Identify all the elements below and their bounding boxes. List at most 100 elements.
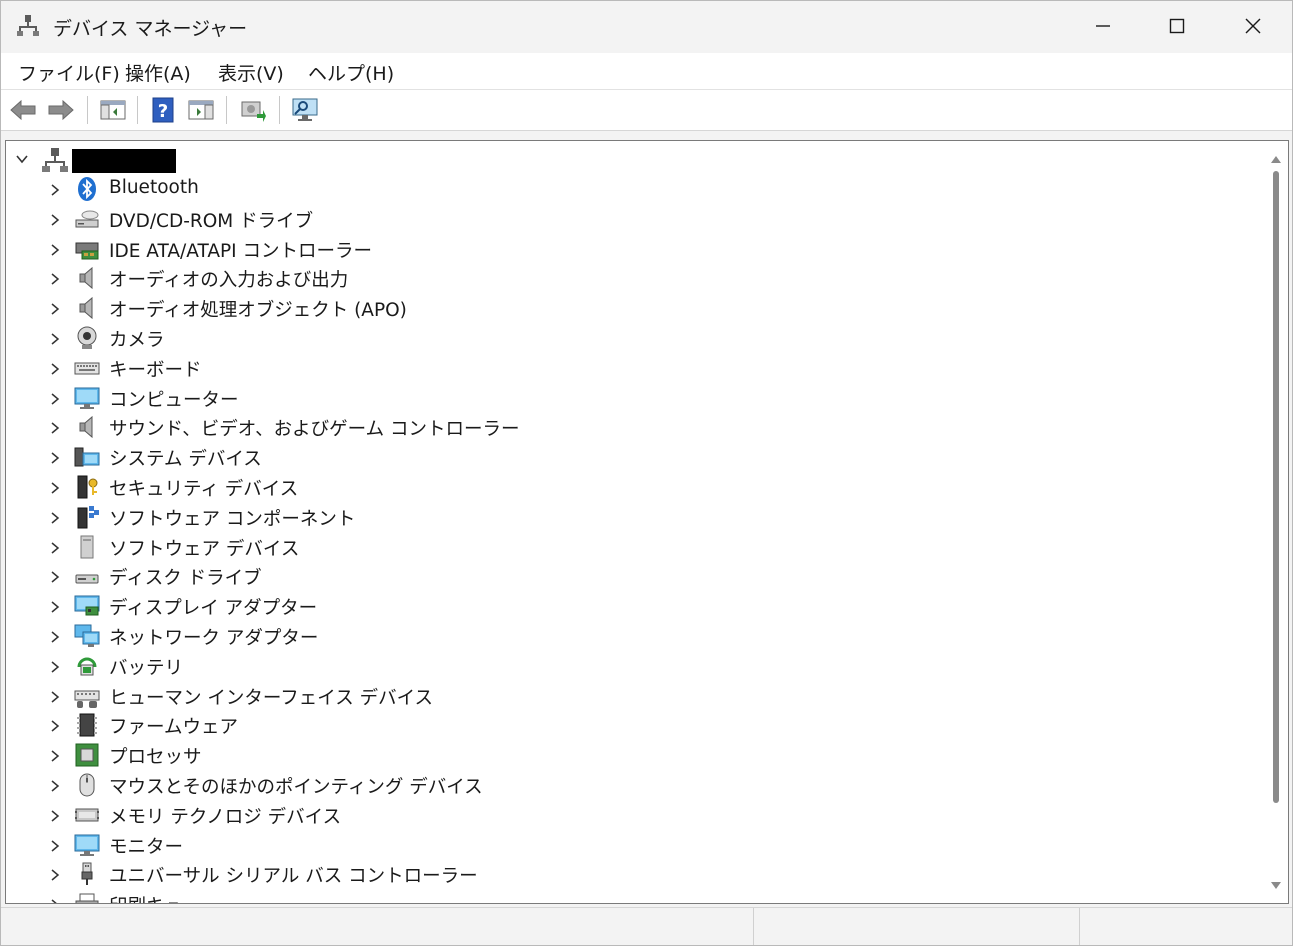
chevron-right-icon[interactable] [48,689,62,705]
tree-node-label: コンピューター [109,390,239,411]
tree-node-category[interactable]: キーボード [6,354,1246,383]
tree-node-category[interactable]: ソフトウェア デバイス [6,533,1246,562]
tree-node-category[interactable]: DVD/CD-ROM ドライブ [6,205,1246,234]
chevron-right-icon[interactable] [48,897,62,903]
tree-node-category[interactable]: バッテリ [6,652,1246,681]
close-button[interactable] [1216,1,1290,51]
speaker-icon [74,265,100,291]
chevron-right-icon[interactable] [48,212,62,228]
chevron-right-icon[interactable] [48,361,62,377]
tree-node-label: セキュリティ デバイス [109,479,299,500]
chevron-right-icon[interactable] [48,659,62,675]
chevron-right-icon[interactable] [48,271,62,287]
tree-node-category[interactable]: オーディオの入力および出力 [6,264,1246,293]
keyboard-icon [74,355,100,381]
speaker-icon [74,414,100,440]
properties-button[interactable] [185,94,217,126]
scroll-down-icon[interactable] [1270,876,1282,895]
tree-node-category[interactable]: サウンド、ビデオ、およびゲーム コントローラー [6,413,1246,442]
chevron-right-icon[interactable] [48,748,62,764]
menu-action[interactable]: 操作(A) [125,59,191,86]
vertical-scrollbar[interactable] [1268,145,1284,897]
tree-node-category[interactable]: ユニバーサル シリアル バス コントローラー [6,860,1246,889]
chevron-right-icon[interactable] [48,718,62,734]
chevron-right-icon[interactable] [48,331,62,347]
status-bar [1,907,1292,945]
tree-node-category[interactable]: ディスプレイ アダプター [6,592,1246,621]
toolbar-separator [279,96,280,124]
tree-node-category[interactable]: IDE ATA/ATAPI コントローラー [6,235,1246,264]
tree-node-label: サウンド、ビデオ、およびゲーム コントローラー [109,419,520,440]
bluetooth-icon [74,176,100,202]
update-driver-icon [241,101,266,122]
tree-node-category[interactable]: メモリ テクノロジ デバイス [6,801,1246,830]
chevron-right-icon[interactable] [48,808,62,824]
tree-node-category[interactable]: ネットワーク アダプター [6,622,1246,651]
scrollbar-thumb[interactable] [1273,171,1279,803]
tree-node-category[interactable]: システム デバイス [6,443,1246,472]
chevron-right-icon[interactable] [48,420,62,436]
tree-node-category[interactable]: セキュリティ デバイス [6,473,1246,502]
chevron-right-icon[interactable] [48,599,62,615]
tree-node-category[interactable]: ディスク ドライブ [6,562,1246,591]
tree-node-category[interactable]: コンピューター [6,384,1246,413]
chevron-right-icon[interactable] [48,778,62,794]
hid-icon [74,683,100,709]
processor-icon [74,742,100,768]
title-bar[interactable]: デバイス マネージャー [1,1,1292,51]
chevron-right-icon[interactable] [48,629,62,645]
maximize-button[interactable] [1140,1,1214,51]
menu-help[interactable]: ヘルプ(H) [308,59,394,86]
scan-hardware-button[interactable] [289,94,321,126]
menu-view[interactable]: 表示(V) [218,59,284,86]
tree-root-computer[interactable] [6,145,606,175]
tree-node-category[interactable]: ソフトウェア コンポーネント [6,503,1246,532]
tree-node-category[interactable]: 印刷キュー [6,890,1246,903]
chevron-right-icon[interactable] [48,867,62,883]
forward-button[interactable] [45,94,77,126]
software-device-icon [74,534,100,560]
expanded-chevron-icon[interactable] [14,151,30,171]
chevron-right-icon[interactable] [48,242,62,258]
display-adapter-icon [74,593,100,619]
software-component-icon [74,504,100,530]
help-button[interactable]: ? [147,94,179,126]
chevron-right-icon[interactable] [48,391,62,407]
back-button[interactable] [7,94,39,126]
toolbar-separator [87,96,88,124]
chevron-right-icon[interactable] [48,569,62,585]
tree-node-label: オーディオ処理オブジェクト (APO) [109,300,407,321]
ide-controller-icon [74,236,100,262]
tree-node-category[interactable]: ヒューマン インターフェイス デバイス [6,682,1246,711]
tree-node-label: オーディオの入力および出力 [109,270,349,291]
chevron-right-icon[interactable] [48,510,62,526]
tree-node-category[interactable]: カメラ [6,324,1246,353]
chevron-right-icon[interactable] [48,301,62,317]
chevron-right-icon[interactable] [48,838,62,854]
window-title: デバイス マネージャー [53,18,248,40]
tree-node-label: IDE ATA/ATAPI コントローラー [109,241,372,262]
chevron-right-icon[interactable] [48,450,62,466]
tree-node-category[interactable]: オーディオ処理オブジェクト (APO) [6,294,1246,323]
tree-node-category[interactable]: ファームウェア [6,711,1246,740]
show-hide-console-tree-button[interactable] [97,94,129,126]
tree-node-category[interactable]: Bluetooth [6,175,1246,204]
tree-node-category[interactable]: モニター [6,831,1246,860]
chevron-right-icon[interactable] [48,540,62,556]
menu-file[interactable]: ファイル(F) [18,59,120,86]
chevron-right-icon[interactable] [48,480,62,496]
device-tree[interactable]: Bluetooth DVD/CD-ROM ドライブ IDE ATA/ATAPI コン… [5,140,1289,904]
minimize-button[interactable] [1066,1,1140,51]
optical-drive-icon [74,206,100,232]
chevron-right-icon[interactable] [48,182,62,198]
tree-node-category[interactable]: プロセッサ [6,741,1246,770]
memory-device-icon [74,802,100,828]
tree-node-label: ソフトウェア コンポーネント [109,509,356,530]
computer-icon [74,385,100,411]
tree-node-category[interactable]: マウスとそのほかのポインティング デバイス [6,771,1246,800]
toolbar-separator [137,96,138,124]
help-icon: ? [152,97,174,123]
update-driver-button[interactable] [237,94,269,126]
camera-icon [74,325,100,351]
scroll-up-icon[interactable] [1270,149,1282,168]
